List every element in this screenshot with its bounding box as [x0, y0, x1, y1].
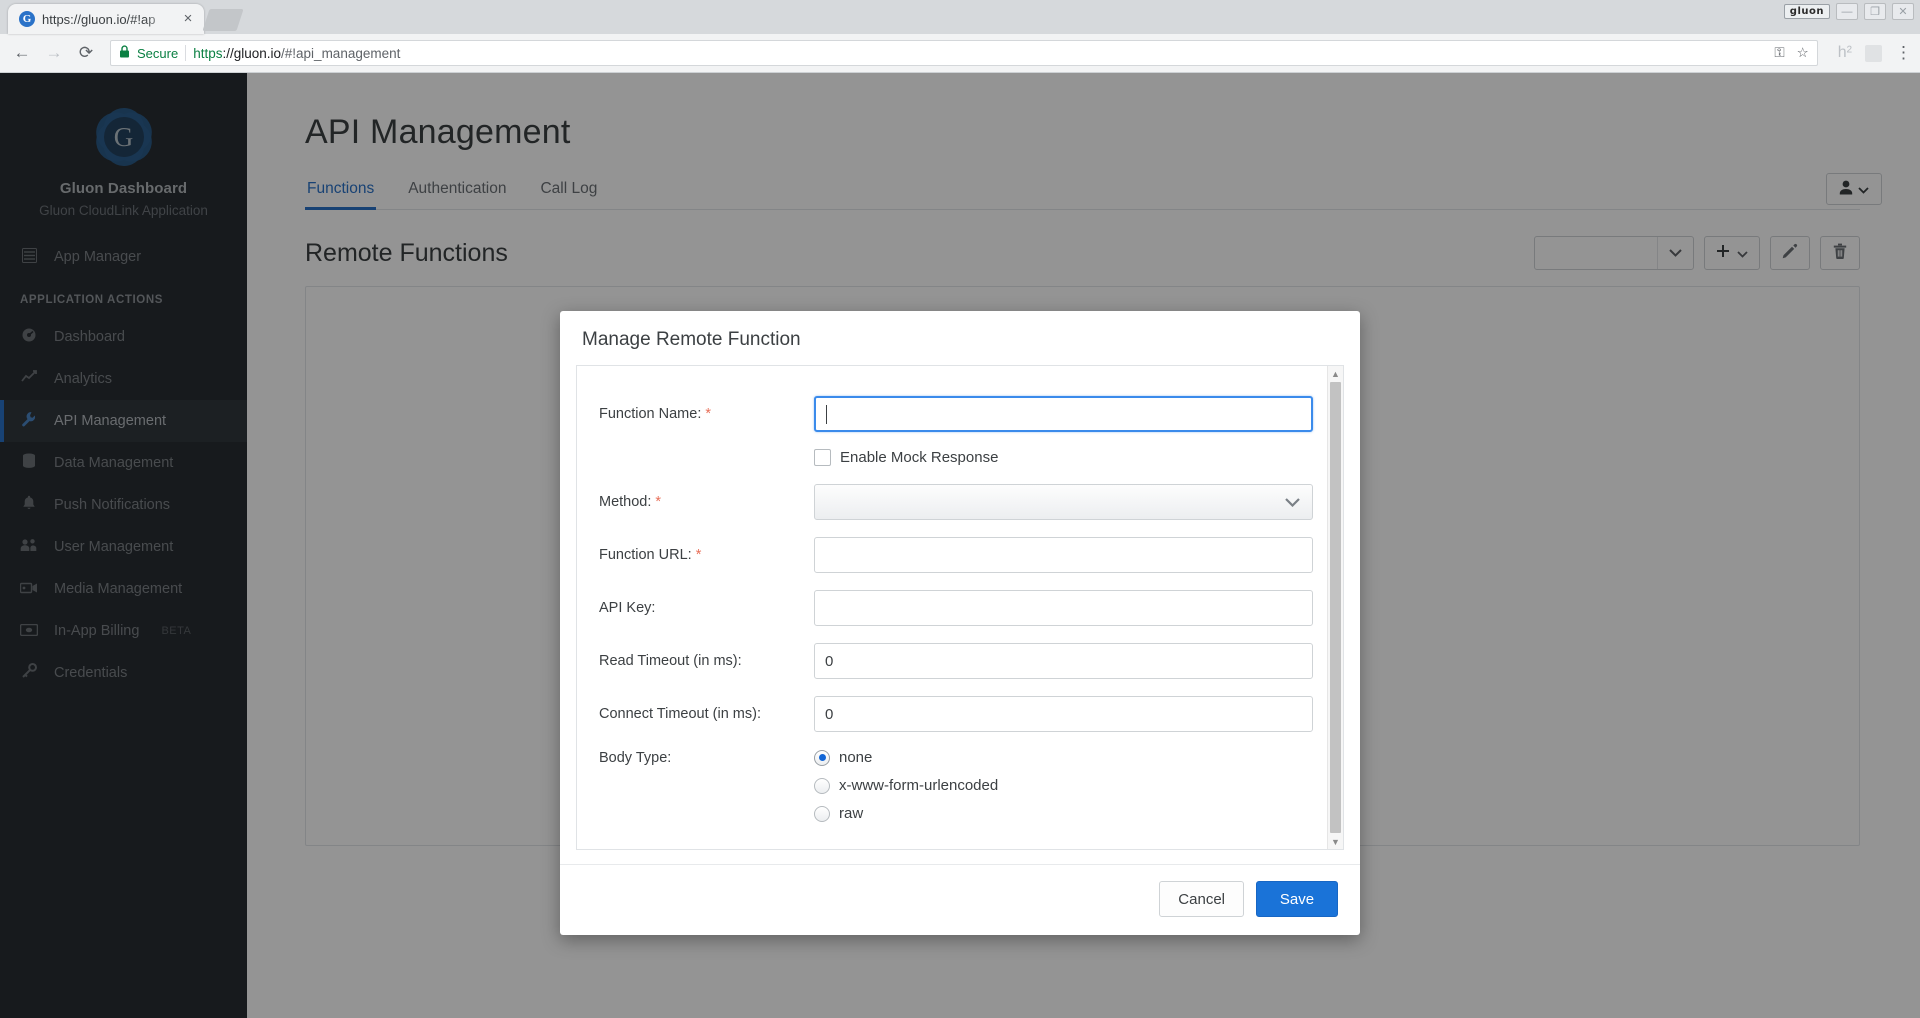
- field-function-url: Function URL: *: [599, 537, 1313, 573]
- browser-tab[interactable]: G https://gluon.io/#!ap ×: [8, 4, 204, 34]
- radio-urlencoded[interactable]: [814, 777, 830, 794]
- lock-glyph: [120, 45, 129, 58]
- browser-menu-icon[interactable]: ⋮: [1895, 43, 1912, 63]
- url-text: https://gluon.io/#!api_management: [193, 46, 400, 61]
- browser-window: G https://gluon.io/#!ap × gluon — ❐ ✕ ← …: [0, 0, 1920, 1018]
- field-enable-mock-response[interactable]: Enable Mock Response: [814, 449, 1313, 466]
- required-marker: *: [695, 547, 702, 563]
- body-type-label: Body Type:: [599, 750, 672, 766]
- method-select[interactable]: [814, 484, 1313, 520]
- radio-urlencoded-label: x-www-form-urlencoded: [839, 777, 999, 794]
- dialog-body: Function Name: * Enable Mock Response Met…: [576, 365, 1344, 850]
- field-read-timeout: Read Timeout (in ms): 0: [599, 643, 1313, 679]
- field-function-name: Function Name: *: [599, 396, 1313, 432]
- radio-raw[interactable]: [814, 805, 830, 822]
- function-url-label-text: Function URL:: [599, 547, 692, 563]
- scroll-down-arrow-icon[interactable]: ▼: [1331, 834, 1340, 849]
- back-icon[interactable]: ←: [8, 39, 36, 67]
- dialog-title: Manage Remote Function: [582, 329, 801, 350]
- body-type-radio-group: none x-www-form-urlencoded raw: [814, 749, 1313, 833]
- body-type-option-none[interactable]: none: [814, 749, 1313, 766]
- omnibox-actions: ⚿ ☆: [1774, 45, 1808, 61]
- lock-icon: [119, 45, 130, 61]
- connect-timeout-input[interactable]: 0: [814, 696, 1313, 732]
- reload-icon[interactable]: ⟳: [72, 39, 100, 67]
- required-marker: *: [655, 494, 662, 510]
- url-path: /#!api_management: [281, 45, 401, 61]
- text-caret: [826, 404, 827, 424]
- body-type-option-raw[interactable]: raw: [814, 805, 1313, 822]
- radio-raw-label: raw: [839, 805, 864, 822]
- web-page: G Gluon Dashboard Gluon CloudLink Applic…: [0, 73, 1920, 1018]
- field-api-key: API Key:: [599, 590, 1313, 626]
- dialog-form: Function Name: * Enable Mock Response Met…: [577, 366, 1343, 849]
- function-url-label: Function URL: *: [599, 547, 814, 563]
- enable-mock-checkbox[interactable]: [814, 449, 831, 466]
- connect-timeout-label: Connect Timeout (in ms):: [599, 706, 761, 722]
- read-timeout-value: 0: [825, 652, 834, 670]
- close-icon[interactable]: ✕: [1892, 3, 1914, 20]
- forward-icon[interactable]: →: [40, 39, 68, 67]
- tab-close-icon[interactable]: ×: [180, 11, 196, 26]
- function-name-label: Function Name: *: [599, 406, 814, 422]
- method-label: Method: *: [599, 494, 814, 510]
- required-marker: *: [705, 406, 712, 422]
- function-name-input[interactable]: [814, 396, 1313, 432]
- field-method: Method: *: [599, 484, 1313, 520]
- note-extension-icon[interactable]: [1865, 44, 1882, 62]
- scroll-up-arrow-icon[interactable]: ▲: [1331, 366, 1340, 381]
- save-password-icon[interactable]: ⚿: [1774, 45, 1784, 61]
- omnibox-divider: [185, 45, 187, 61]
- new-tab-button[interactable]: [202, 9, 244, 31]
- maximize-icon[interactable]: ❐: [1864, 3, 1886, 20]
- enable-mock-label: Enable Mock Response: [840, 449, 999, 466]
- function-name-label-text: Function Name:: [599, 406, 702, 422]
- api-key-input[interactable]: [814, 590, 1313, 626]
- dialog-footer: Cancel Save: [560, 864, 1360, 935]
- scrollbar-thumb[interactable]: [1330, 382, 1341, 833]
- method-label-text: Method:: [599, 494, 652, 510]
- chevron-down-icon: [1285, 494, 1300, 510]
- radio-none[interactable]: [814, 749, 830, 766]
- field-body-type: Body Type: none x-www-form-urlencoded ra…: [599, 749, 1313, 833]
- dialog-scrollbar[interactable]: ▲ ▼: [1327, 366, 1343, 849]
- address-bar[interactable]: Secure https://gluon.io/#!api_management…: [110, 40, 1818, 66]
- h2-extension-icon[interactable]: h²: [1838, 44, 1852, 62]
- extension-icons: h² ⋮: [1828, 43, 1912, 63]
- field-connect-timeout: Connect Timeout (in ms): 0: [599, 696, 1313, 732]
- radio-none-label: none: [839, 749, 873, 766]
- body-type-option-urlencoded[interactable]: x-www-form-urlencoded: [814, 777, 1313, 794]
- read-timeout-input[interactable]: 0: [814, 643, 1313, 679]
- connect-timeout-value: 0: [825, 705, 834, 723]
- url-scheme: https: [193, 45, 223, 61]
- cancel-button[interactable]: Cancel: [1159, 881, 1244, 917]
- url-host: ://gluon.io: [222, 45, 282, 61]
- browser-toolbar: ← → ⟳ Secure https://gluon.io/#!api_mana…: [0, 34, 1920, 73]
- save-button[interactable]: Save: [1256, 881, 1338, 917]
- window-title-badge: gluon: [1783, 4, 1830, 19]
- api-key-label: API Key:: [599, 600, 656, 616]
- browser-tabstrip: G https://gluon.io/#!ap × gluon — ❐ ✕: [0, 0, 1920, 34]
- manage-remote-function-dialog: Manage Remote Function Function Name:*: [560, 311, 1360, 935]
- tab-title: https://gluon.io/#!ap: [42, 11, 156, 27]
- dialog-header: Manage Remote Function: [560, 311, 1360, 365]
- function-url-input[interactable]: [814, 537, 1313, 573]
- minimize-icon[interactable]: —: [1836, 3, 1858, 20]
- window-controls: gluon — ❐ ✕: [1783, 3, 1914, 20]
- secure-label: Secure: [137, 45, 179, 61]
- bookmark-star-icon[interactable]: ☆: [1797, 45, 1809, 61]
- read-timeout-label: Read Timeout (in ms):: [599, 653, 742, 669]
- tab-favicon-icon: G: [19, 11, 35, 27]
